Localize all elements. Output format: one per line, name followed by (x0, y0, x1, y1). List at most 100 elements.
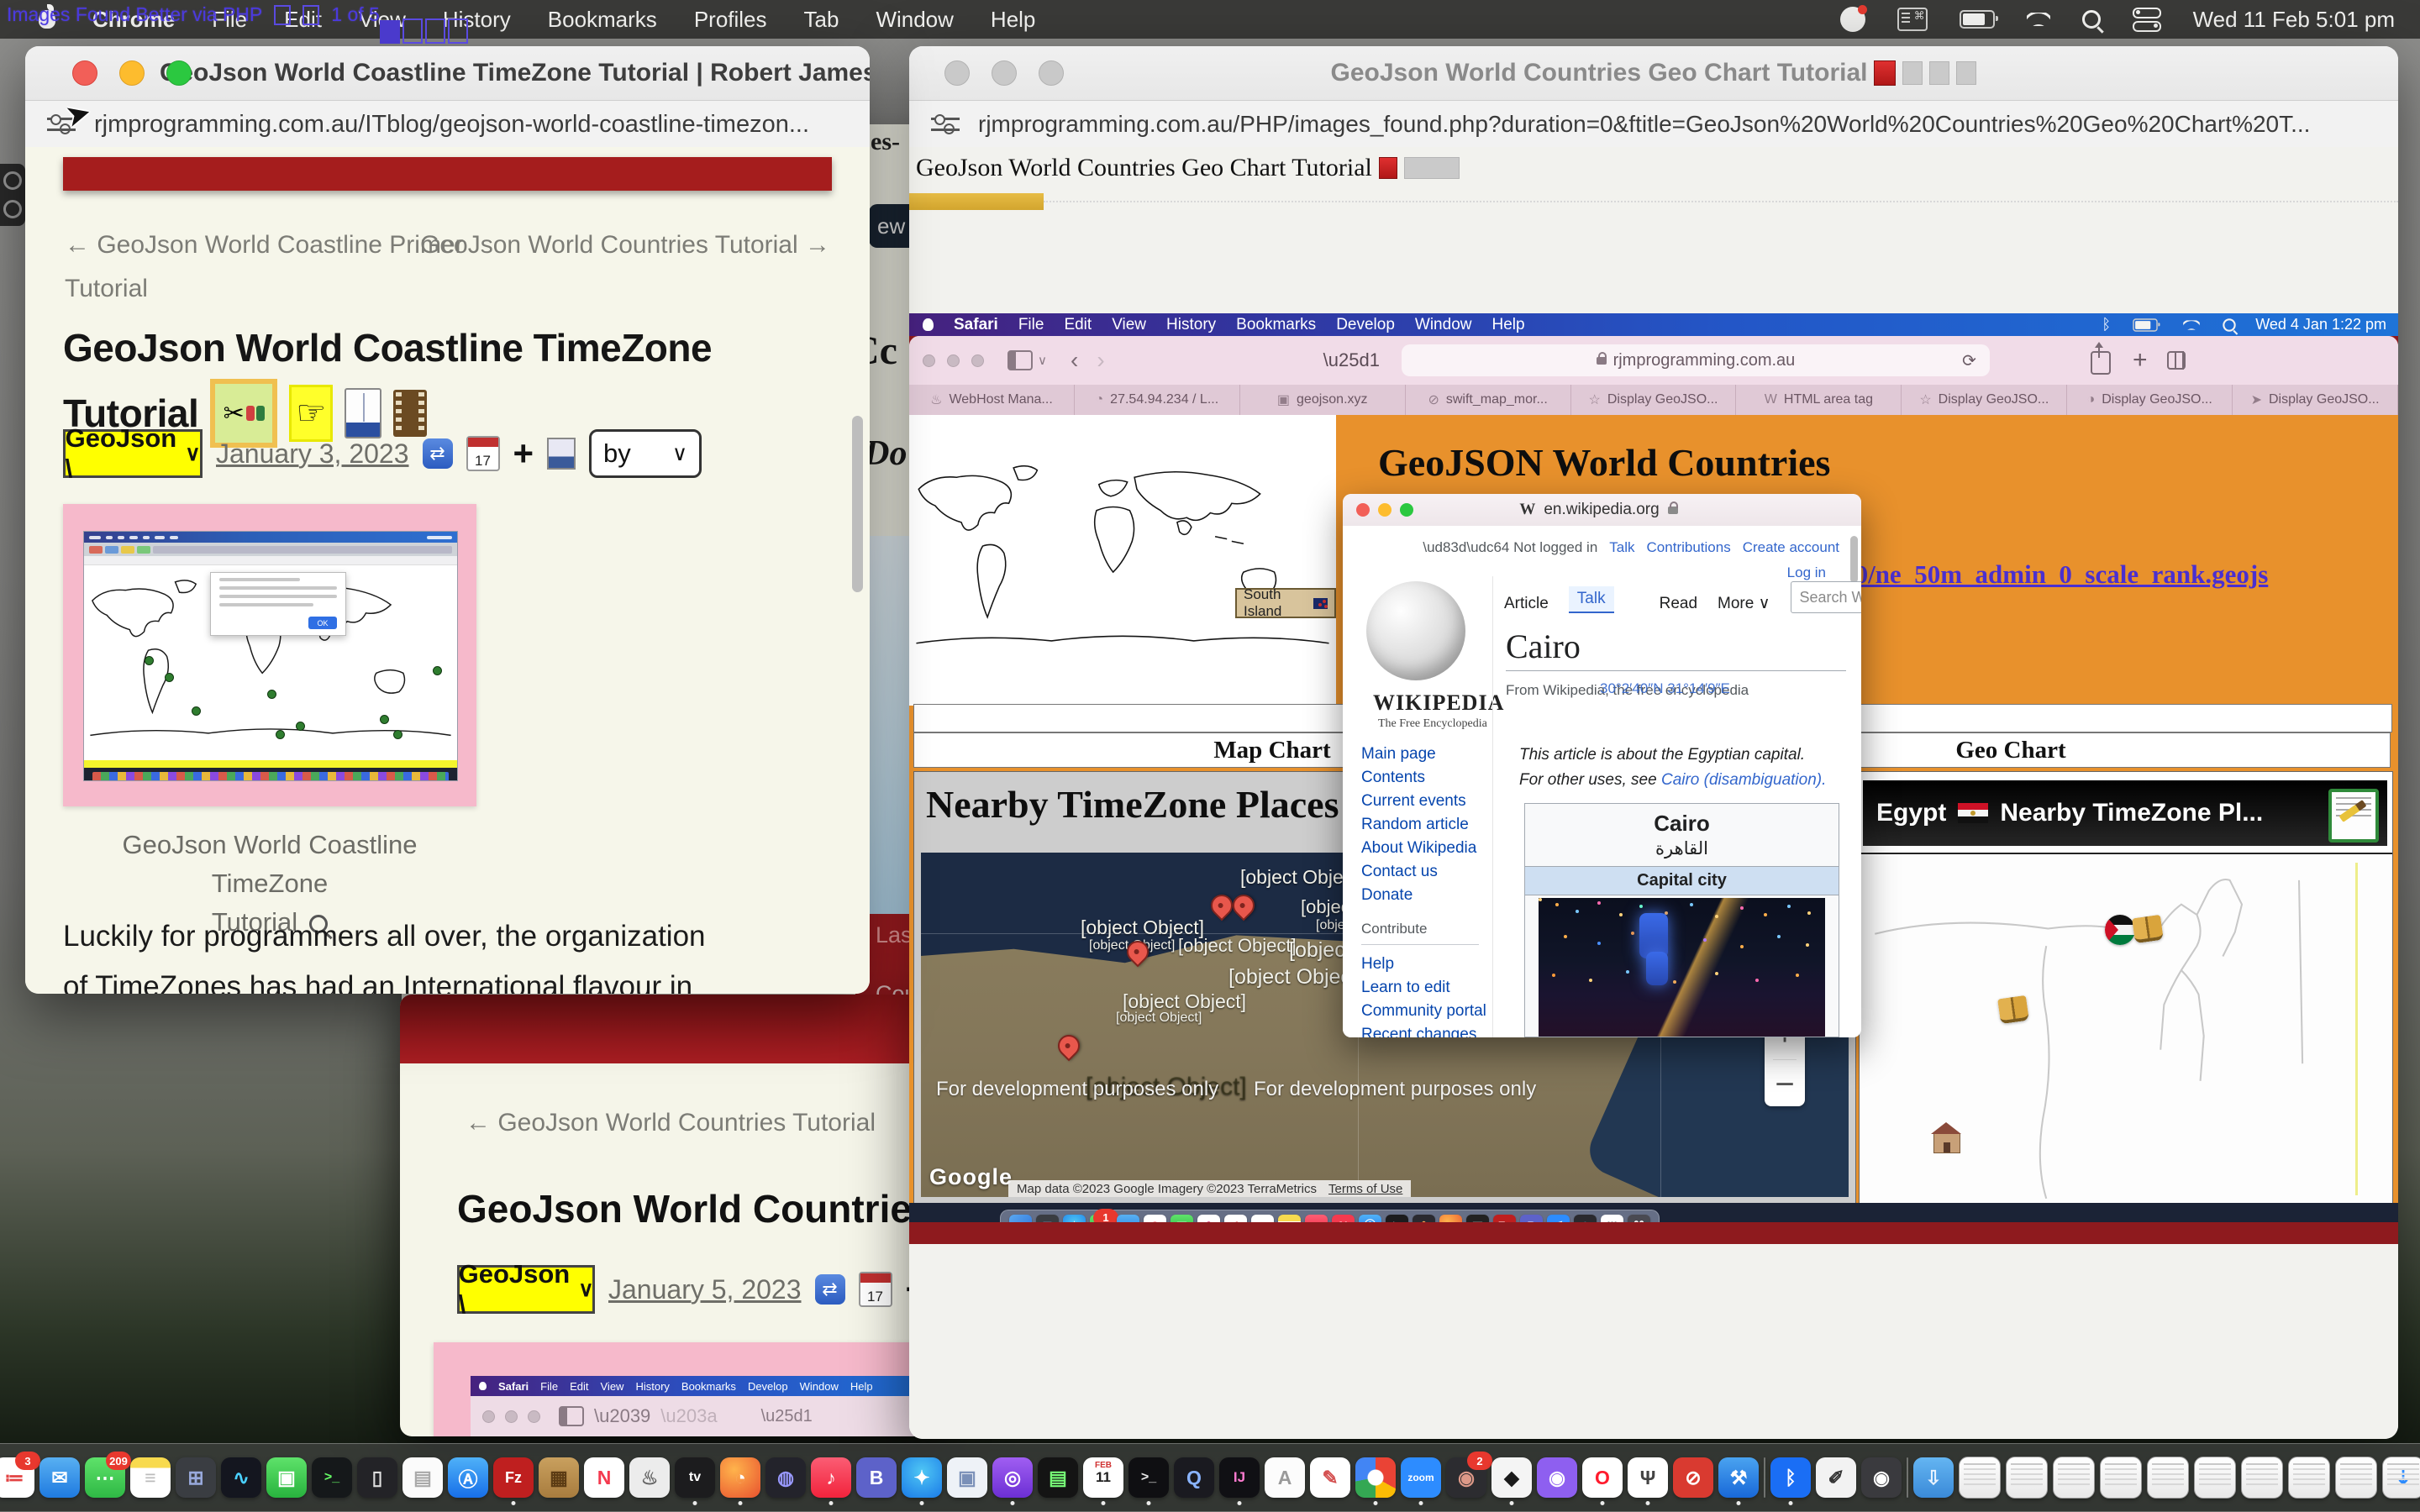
dock-icon[interactable] (2100, 1457, 2142, 1499)
google-logo[interactable]: Google (929, 1164, 1013, 1190)
plus-icon[interactable]: + (513, 436, 534, 471)
dock-icon[interactable]: ✉ (39, 1457, 80, 1498)
dock-icon[interactable] (2147, 1457, 2189, 1499)
book-marker[interactable] (1997, 995, 2029, 1024)
dock-icon[interactable]: ◆ (1491, 1457, 1532, 1498)
dock-icon[interactable]: ◎ (992, 1457, 1033, 1498)
dock-icon[interactable]: O (1582, 1457, 1623, 1498)
dock-icon[interactable]: FEB11 (1083, 1457, 1123, 1498)
wiki-create-account-link[interactable]: Create account (1743, 539, 1839, 556)
control-center-icon[interactable] (2133, 8, 2161, 32)
dock-icon[interactable] (1907, 1457, 1908, 1498)
menu-item[interactable]: Help (991, 7, 1035, 33)
dock-icon[interactable]: ◔ (720, 1457, 760, 1498)
menu-item[interactable]: Bookmarks (548, 7, 657, 33)
left-scrollbar[interactable] (852, 416, 863, 592)
right-urlbar[interactable]: rjmprogramming.com.au/PHP/images_found.p… (909, 101, 2398, 149)
minimize-button[interactable] (992, 60, 1017, 86)
tab-read[interactable]: Read (1660, 595, 1697, 613)
date-link[interactable]: January 3, 2023 (216, 438, 409, 470)
dock-icon[interactable]: N (584, 1457, 624, 1498)
wiki-login-link[interactable]: Log in (1787, 564, 1826, 581)
tune-icon[interactable] (931, 113, 960, 135)
shuffle-icon[interactable]: ⇄ (423, 438, 453, 469)
nav-link[interactable]: ← GeoJson World Countries Tutorial (466, 1109, 876, 1137)
close-button[interactable] (944, 60, 970, 86)
wiki-coordinates[interactable]: 30°2′40″N 31°14′9″E (1600, 680, 1730, 697)
dock-icon[interactable]: Ⓐ (448, 1457, 488, 1498)
dock-icon[interactable]: ✎ (1310, 1457, 1350, 1498)
dock-icon[interactable]: >_ (312, 1457, 352, 1498)
dock-icon[interactable]: ◉ (1537, 1457, 1577, 1498)
menu-item[interactable]: Window (876, 7, 953, 33)
terms-link[interactable]: Terms of Use (1328, 1182, 1402, 1196)
dock-icon[interactable]: ▣ (266, 1457, 307, 1498)
dock-icon[interactable]: ⊞ (176, 1457, 216, 1498)
wiki-sidebar-link[interactable]: Current events (1361, 790, 1476, 813)
dock-icon[interactable]: IJ (1219, 1457, 1260, 1498)
house-marker[interactable] (1933, 1133, 1960, 1153)
calendar-icon[interactable]: 17 (466, 436, 500, 471)
category-select[interactable]: GeoJson \∨ (63, 429, 203, 478)
book-icon-small[interactable] (547, 438, 576, 470)
dock-icon[interactable]: tv (675, 1457, 715, 1498)
category-select[interactable]: GeoJson \∨ (457, 1265, 595, 1314)
wiki-contributions-link[interactable]: Contributions (1647, 539, 1731, 556)
dock-icon[interactable]: ◍ (765, 1457, 806, 1498)
dock-icon[interactable] (1355, 1457, 1396, 1498)
dock-icon[interactable]: ♪ (811, 1457, 851, 1498)
book-marker[interactable] (2132, 915, 2164, 943)
zoom-out-button[interactable]: − (1775, 1066, 1794, 1104)
dock-icon[interactable]: ᛒ (1770, 1457, 1811, 1498)
menu-item[interactable]: Profiles (694, 7, 767, 33)
left-titlebar[interactable]: GeoJson World Coastline TimeZone Tutoria… (25, 46, 870, 101)
menu-clock[interactable]: Wed 11 Feb 5:01 pm (2193, 7, 2395, 33)
dock-icon[interactable]: ≡ (130, 1457, 171, 1498)
wiki-talk-link[interactable]: Talk (1609, 539, 1634, 556)
close-button[interactable] (1356, 503, 1370, 517)
date-link[interactable]: January 5, 2023 (608, 1274, 802, 1305)
dock-icon[interactable]: ▤ (1038, 1457, 1078, 1498)
dock-icon[interactable] (2053, 1457, 2095, 1499)
dock-icon[interactable] (2194, 1457, 2236, 1499)
dock-icon[interactable]: ✦ (902, 1457, 942, 1498)
dock-icon[interactable]: ◉ (1861, 1457, 1902, 1498)
zoom-button[interactable] (1400, 503, 1413, 517)
calendar-icon[interactable]: 17 (859, 1272, 892, 1307)
wiki-sidebar-link[interactable]: Community portal (1361, 1000, 1486, 1023)
dock-icon[interactable]: ⚒ (1718, 1457, 1759, 1498)
tab-more[interactable]: More ∨ (1718, 594, 1770, 613)
wiki-sidebar-link[interactable]: About Wikipedia (1361, 837, 1476, 860)
wiki-scrollbar[interactable] (1850, 536, 1858, 583)
wiki-sidebar-link[interactable]: Donate (1361, 884, 1476, 907)
dock-icon[interactable]: ◉2 (1446, 1457, 1486, 1498)
dock-icon[interactable]: ⇩ (1913, 1457, 1954, 1498)
map-pin[interactable] (1054, 1031, 1085, 1062)
left-urlbar[interactable]: rjmprogramming.com.au/ITblog/geojson-wor… (25, 101, 870, 149)
zoom-button[interactable] (166, 60, 192, 86)
wiki-sidebar-link[interactable]: Contents (1361, 766, 1476, 790)
dock-icon[interactable]: B (856, 1457, 897, 1498)
dock-icon[interactable]: ▦ (539, 1457, 579, 1498)
wiki-sidebar-link[interactable]: Learn to edit (1361, 976, 1486, 1000)
dock-icon[interactable]: Q (1174, 1457, 1214, 1498)
dock-icon[interactable] (2006, 1457, 2048, 1499)
dock-icon[interactable] (2241, 1457, 2283, 1499)
keyboard-icon[interactable] (1897, 8, 1928, 31)
memo-icon[interactable] (2328, 789, 2379, 843)
dock-icon[interactable]: ♨ (629, 1457, 670, 1498)
url-text[interactable]: rjmprogramming.com.au/PHP/images_found.p… (978, 111, 2310, 138)
dock-icon[interactable]: ⊘ (1673, 1457, 1713, 1498)
dock-icon[interactable]: ≔3 (0, 1457, 34, 1498)
dock-icon[interactable]: A (1265, 1457, 1305, 1498)
dock[interactable]: ☺≔3✉⋯209≡⊞∿▣>_▯▤ⒶFz▦N♨tv◔◍♪B✦▣◎▤FEB11>_Q… (0, 1443, 2420, 1512)
post-figure[interactable]: OK (63, 504, 476, 806)
tab-talk[interactable]: Talk (1569, 586, 1614, 613)
menu-item[interactable]: Tab (804, 7, 839, 33)
wiki-sidebar-link[interactable]: Contact us (1361, 860, 1476, 884)
right-titlebar[interactable]: GeoJson World Countries Geo Chart Tutori… (909, 46, 2398, 101)
wiki-sidebar-link[interactable]: Recent changes (1361, 1023, 1486, 1037)
battery-icon[interactable] (1960, 10, 1995, 29)
wiki-titlebar[interactable]: W en.wikipedia.org (1343, 494, 1861, 527)
dock-icon[interactable] (1764, 1457, 1765, 1498)
